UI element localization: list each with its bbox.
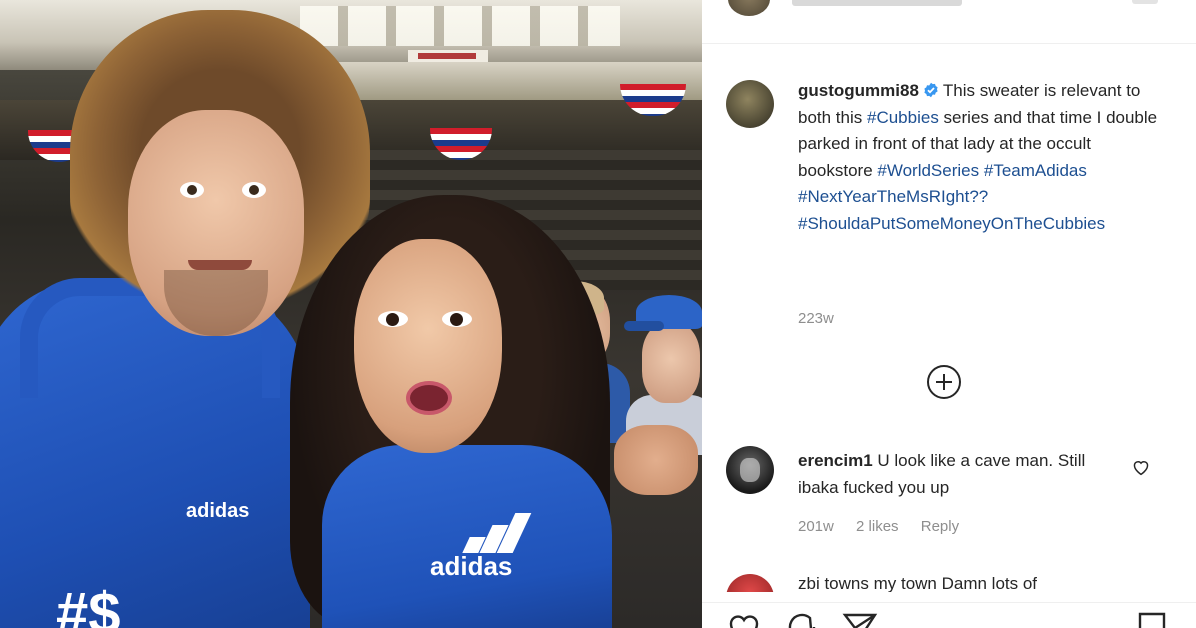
caption-username[interactable]: gustogummi88 (798, 81, 919, 100)
hoodie-logo: adidas (186, 500, 250, 522)
post-timestamp[interactable]: 223w (798, 310, 834, 327)
hashtag-link[interactable]: #WorldSeries (877, 161, 979, 180)
paper-plane-icon[interactable] (842, 611, 878, 628)
heart-icon[interactable] (726, 611, 762, 628)
stadium-sign (408, 50, 488, 62)
header-avatar[interactable] (728, 0, 770, 16)
comments-pane: gustogummi88 This sweater is relevant to … (702, 0, 1196, 628)
more-options-icon[interactable] (1132, 0, 1158, 4)
hashtag-link[interactable]: #TeamAdidas (984, 161, 1087, 180)
caption: gustogummi88 This sweater is relevant to … (798, 78, 1158, 237)
comment-icon[interactable] (784, 611, 820, 628)
header-username[interactable] (792, 0, 962, 6)
verified-badge-icon (924, 82, 938, 98)
hand (614, 425, 698, 495)
post-photo[interactable]: adidas #$ adidas (0, 0, 702, 628)
bookmark-icon[interactable] (1134, 611, 1170, 628)
comment-meta: 201w 2 likes Reply (798, 518, 977, 535)
avatar[interactable] (726, 80, 774, 128)
comment-text: zbi towns my town Damn lots of (798, 574, 1038, 592)
avatar[interactable] (726, 446, 774, 494)
hoodie-print: #$ (56, 581, 121, 628)
woman-selfie: adidas (270, 195, 698, 628)
post-header-cut (702, 0, 1196, 44)
plus-circle-icon[interactable] (926, 364, 962, 400)
comment-likes[interactable]: 2 likes (856, 518, 899, 535)
adidas-logo (460, 513, 534, 553)
action-bar (702, 602, 1196, 628)
avatar[interactable] (726, 574, 774, 592)
hashtag-link[interactable]: #ShouldaPutSomeMoneyOnTheCubbies (798, 214, 1105, 233)
comment-timestamp[interactable]: 201w (798, 518, 834, 535)
comment-username[interactable]: erencim1 (798, 451, 873, 470)
heart-icon[interactable] (1131, 458, 1151, 476)
reply-button[interactable]: Reply (921, 518, 959, 535)
comment-body: erencim1 U look like a cave man. Still i… (798, 448, 1128, 501)
adidas-wordmark: adidas (430, 551, 513, 581)
hashtag-link[interactable]: #Cubbies (867, 108, 939, 127)
woman-face (354, 239, 502, 453)
comment-item-partial: zbi towns my town Damn lots of (726, 572, 1176, 592)
hashtag-link[interactable]: #NextYearTheMsRIght?? (798, 187, 988, 206)
